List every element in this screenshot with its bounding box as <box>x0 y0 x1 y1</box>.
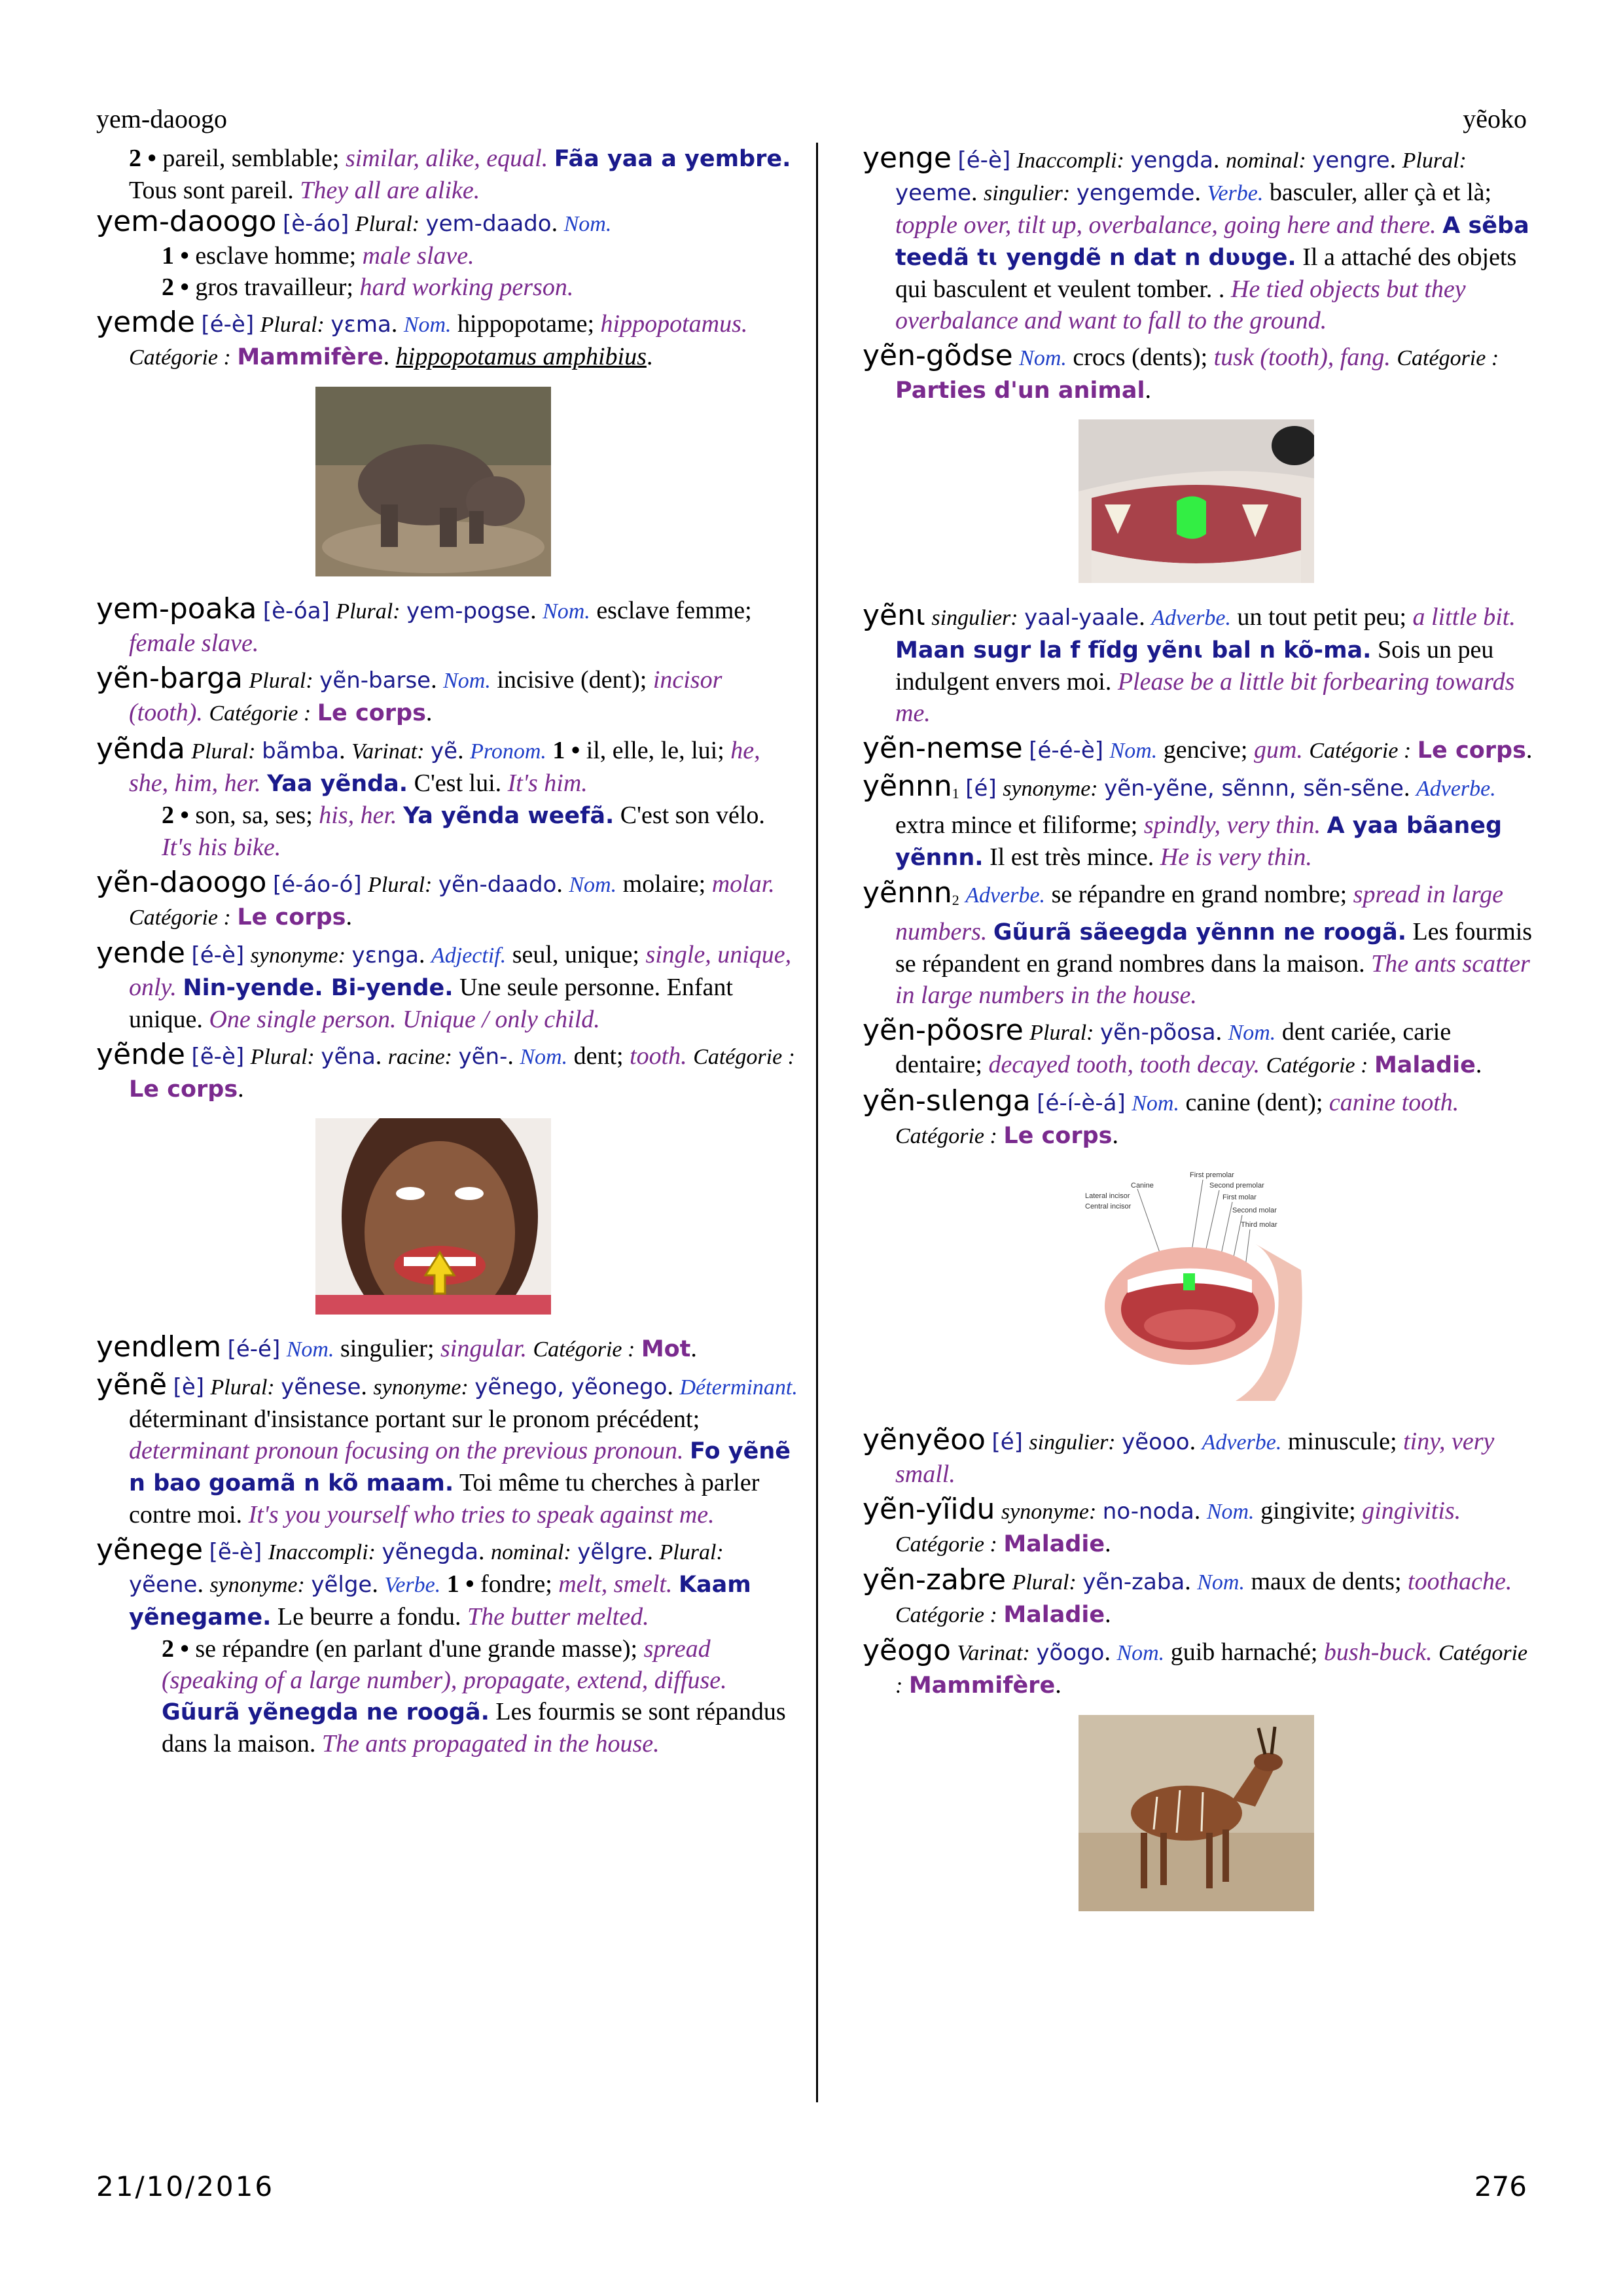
headword: yẽnẽ <box>96 1368 168 1402</box>
headword: yende <box>96 936 185 970</box>
left-column: 2 • pareil, semblable; similar, alike, e… <box>96 143 800 1763</box>
headword: yẽn-yĩidu <box>863 1492 995 1526</box>
headword: yẽn-barga <box>96 662 243 695</box>
entry-yen-poosre: yẽn-põosre Plural: yẽn-põosa. Nom. dent … <box>863 1014 1482 1079</box>
highlighted-canine <box>1183 1273 1195 1290</box>
diagram-label: Second premolar <box>1209 1182 1264 1190</box>
diagram-label: Central incisor <box>1085 1203 1132 1210</box>
column-divider <box>816 143 818 2102</box>
entry-yem-daoogo: yem-daoogo [è-áo] Plural: yem-daado. Nom… <box>96 206 800 303</box>
diagram-label: Third molar <box>1241 1221 1277 1229</box>
entry-continuation: 2 • pareil, semblable; similar, alike, e… <box>129 145 791 204</box>
headword: yẽn-sɩlenga <box>863 1084 1031 1118</box>
entry-yen-godse: yẽn-gõdse Nom. crocs (dents); tusk (toot… <box>863 339 1499 404</box>
headword: yem-daoogo <box>96 205 277 238</box>
entry-yende: yende [é-è] synonyme: yɛnga. Adjectif. s… <box>96 936 792 1034</box>
dog-fangs-photo <box>1079 419 1314 583</box>
entry-yendlem: yendlem [é-é] Nom. singulier; singular. … <box>96 1330 697 1364</box>
dictionary-page: { "header": {"left": "yem-daoogo", "righ… <box>0 0 1623 2296</box>
entry-yene: yẽnẽ [è] Plural: yẽnese. synonyme: yẽneg… <box>96 1368 798 1529</box>
woman-smile-tooth-arrow-photo <box>315 1118 551 1315</box>
headword: yemde <box>96 306 195 339</box>
headword: yẽn-daoogo <box>96 866 267 899</box>
entry-yennn-2: yẽnnn2 Adverbe. se répandre en grand nom… <box>863 876 1533 1010</box>
entry-yemde: yemde [é-è] Plural: yɛma. Nom. hippopota… <box>96 306 748 371</box>
bushbuck-photo <box>1079 1715 1314 1911</box>
entry-yen-zabre: yẽn-zabre Plural: yẽn-zaba. Nom. maux de… <box>863 1563 1512 1629</box>
headword: yẽnege <box>96 1533 204 1566</box>
sense-1: 1 • esclave homme; male slave. <box>162 242 474 270</box>
entry-yennn-1: yẽnnn1 [é] synonyme: yẽn-yẽne, sẽnnn, sẽ… <box>863 769 1503 872</box>
headword: yẽn-gõdse <box>863 339 1013 372</box>
diagram-label: First premolar <box>1190 1171 1234 1179</box>
entry-yenege: yẽnege [ẽ-è] Inaccompli: yẽnegda. nomina… <box>96 1534 800 1759</box>
headword: yẽogo <box>863 1634 951 1667</box>
headword: yẽnnn <box>863 876 952 910</box>
diagram-label: Lateral incisor <box>1085 1192 1130 1200</box>
entry-yen-barga: yẽn-barga Plural: yẽn-barse. Nom. incisi… <box>96 662 722 727</box>
headword: yẽn-põosre <box>863 1014 1024 1047</box>
entry-yen-nemse: yẽn-nemse [é-é-è] Nom. gencive; gum. Cat… <box>863 732 1533 765</box>
entry-yeni: yẽnɩ singulier: yaal-yaale. Adverbe. un … <box>863 599 1516 728</box>
hippopotamus-photo <box>315 387 551 576</box>
sense-2: 2 • son, sa, ses; his, her. Ya yẽnda wee… <box>162 802 765 861</box>
headword: yẽnda <box>96 732 185 766</box>
sense-2: 2 • gros travailleur; hard working perso… <box>162 274 574 301</box>
headword: yẽnnn <box>863 769 952 803</box>
highlighted-fang <box>1177 496 1206 539</box>
right-column: yenge [é-è] Inaccompli: yengda. nominal:… <box>863 143 1537 1928</box>
running-head-right: yẽoko <box>1463 104 1527 133</box>
page-number: 276 <box>1474 2170 1527 2202</box>
headword: yẽnde <box>96 1038 185 1071</box>
entry-yen-daoogo: yẽn-daoogo [é-áo-ó] Plural: yẽn-daado. N… <box>96 866 775 931</box>
entry-yenge: yenge [é-è] Inaccompli: yengda. nominal:… <box>863 141 1529 335</box>
entry-yen-silenga: yẽn-sɩlenga [é-í-è-á] Nom. canine (dent)… <box>863 1084 1459 1150</box>
headword: yẽn-zabre <box>863 1563 1007 1597</box>
diagram-label: Canine <box>1131 1182 1154 1190</box>
entry-yem-poaka: yem-poaka [è-óa] Plural: yem-pogse. Nom.… <box>96 592 752 658</box>
headword: yem-poaka <box>96 592 257 626</box>
entry-yenyeoo: yẽnyẽoo [é] singulier: yẽooo. Adverbe. m… <box>863 1423 1495 1489</box>
diagram-label: Second molar <box>1232 1207 1277 1214</box>
headword: yẽnyẽoo <box>863 1423 986 1457</box>
entry-yende-tooth: yẽnde [ẽ-è] Plural: yẽna. racine: yẽn-. … <box>96 1038 795 1103</box>
headword: yendlem <box>96 1330 222 1364</box>
running-head-left: yem-daoogo <box>96 104 227 133</box>
headword: yenge <box>863 141 952 175</box>
headword: yẽn-nemse <box>863 732 1023 765</box>
sense-2: 2 • se répandre (en parlant d'une grande… <box>162 1635 786 1757</box>
diagram-label: First molar <box>1222 1193 1257 1201</box>
entry-yeogo: yẽogo Varinat: yõogo. Nom. guib harnaché… <box>863 1634 1528 1699</box>
entry-yen-yiidu: yẽn-yĩidu synonyme: no-noda. Nom. gingiv… <box>863 1492 1461 1558</box>
entry-yenda: yẽnda Plural: bãmba. Varinat: yẽ. Pronom… <box>96 733 800 863</box>
headword: yẽnɩ <box>863 599 925 632</box>
canine-tooth-diagram: First premolar Second premolar Canine La… <box>1079 1165 1314 1407</box>
footer-date: 21/10/2016 <box>96 2170 275 2202</box>
